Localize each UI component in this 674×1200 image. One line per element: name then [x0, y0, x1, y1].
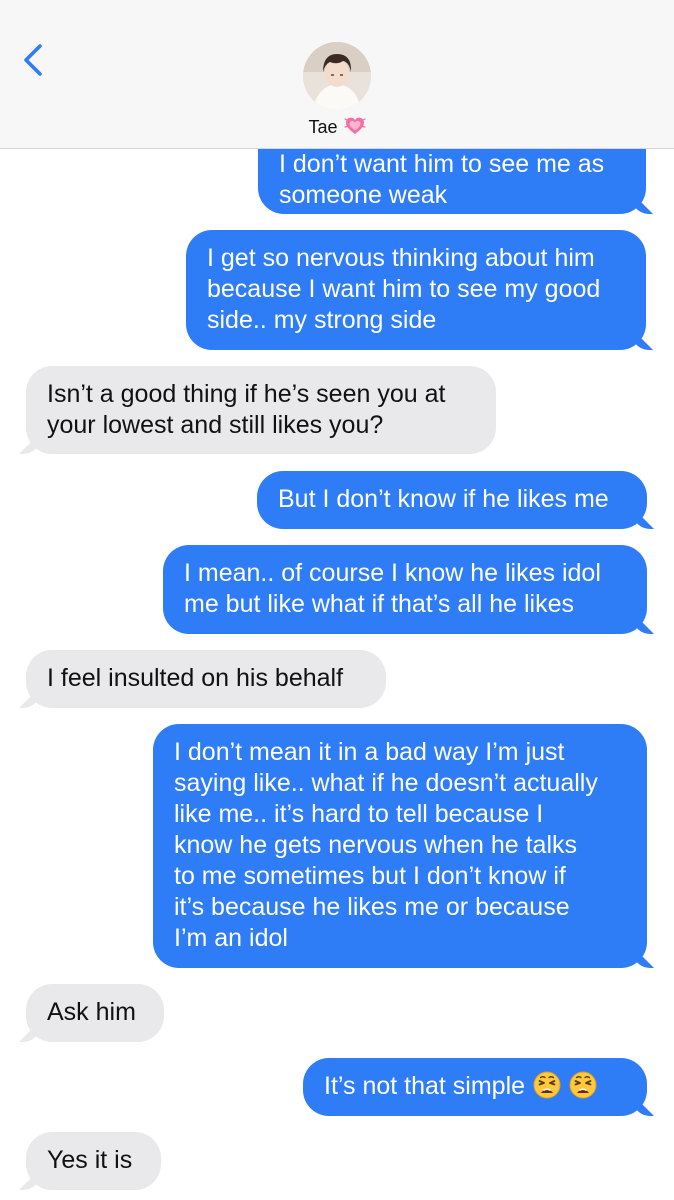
message-bubble-outgoing[interactable]: It’s not that simple: [303, 1058, 647, 1116]
message-bubble-incoming[interactable]: Ask him: [26, 984, 164, 1042]
chevron-left-icon: [24, 44, 42, 76]
message-line: like me.. it’s hard to tell because I: [174, 800, 544, 828]
message-bubble-outgoing[interactable]: But I don’t know if he likes me: [257, 471, 647, 529]
contact-name-button[interactable]: Tae: [0, 115, 674, 142]
message-bubble-outgoing[interactable]: I don’t mean it in a bad way I’m just sa…: [153, 724, 647, 968]
message-thread-screen: I don’t want him to see me as someone we…: [0, 0, 674, 1200]
message-line: I mean.. of course I know he likes idol: [184, 559, 601, 587]
message-bubble-incoming[interactable]: Isn’t a good thing if he’s seen you at y…: [26, 366, 496, 454]
message-line: It’s not that simple: [324, 1071, 627, 1107]
message-line: side.. my strong side: [207, 306, 437, 334]
message-line: your lowest and still likes you?: [47, 411, 384, 439]
contact-photo: [303, 42, 371, 110]
message-bubble-incoming[interactable]: Yes it is: [26, 1132, 161, 1190]
message-text: It’s not that simple: [324, 1072, 526, 1100]
back-button[interactable]: [14, 38, 54, 82]
message-line: I don’t want him to see me as: [279, 150, 605, 178]
message-line: because I want him to see my good: [207, 275, 601, 303]
weary-face-emoji: [533, 1071, 561, 1107]
message-line: Isn’t a good thing if he’s seen you at: [47, 380, 446, 408]
message-bubble-incoming[interactable]: I feel insulted on his behalf: [26, 650, 386, 708]
message-line: Yes it is: [47, 1146, 133, 1174]
message-line: someone weak: [279, 181, 448, 209]
message-line: me but like what if that’s all he likes: [184, 590, 575, 618]
message-line: to me sometimes but I don’t know if: [174, 862, 566, 890]
message-line: saying like.. what if he doesn’t actuall…: [174, 769, 598, 797]
message-line: Ask him: [47, 998, 136, 1026]
message-line: I don’t mean it in a bad way I’m just: [174, 738, 565, 766]
message-line: But I don’t know if he likes me: [278, 485, 609, 513]
message-line: know he gets nervous when he talks: [174, 831, 578, 859]
message-line: it’s because he likes me or because: [174, 893, 570, 921]
message-line: I get so nervous thinking about him: [207, 244, 595, 272]
weary-face-emoji: [569, 1071, 597, 1107]
beating-heart-icon: [343, 115, 366, 142]
message-bubble-outgoing[interactable]: I mean.. of course I know he likes idol …: [163, 545, 647, 634]
message-line: I feel insulted on his behalf: [47, 664, 344, 692]
conversation-header: Tae: [0, 0, 674, 149]
message-bubble-outgoing[interactable]: I get so nervous thinking about him beca…: [186, 230, 646, 350]
avatar[interactable]: [303, 42, 371, 110]
message-line: I’m an idol: [174, 924, 288, 952]
contact-name: Tae: [308, 117, 338, 137]
